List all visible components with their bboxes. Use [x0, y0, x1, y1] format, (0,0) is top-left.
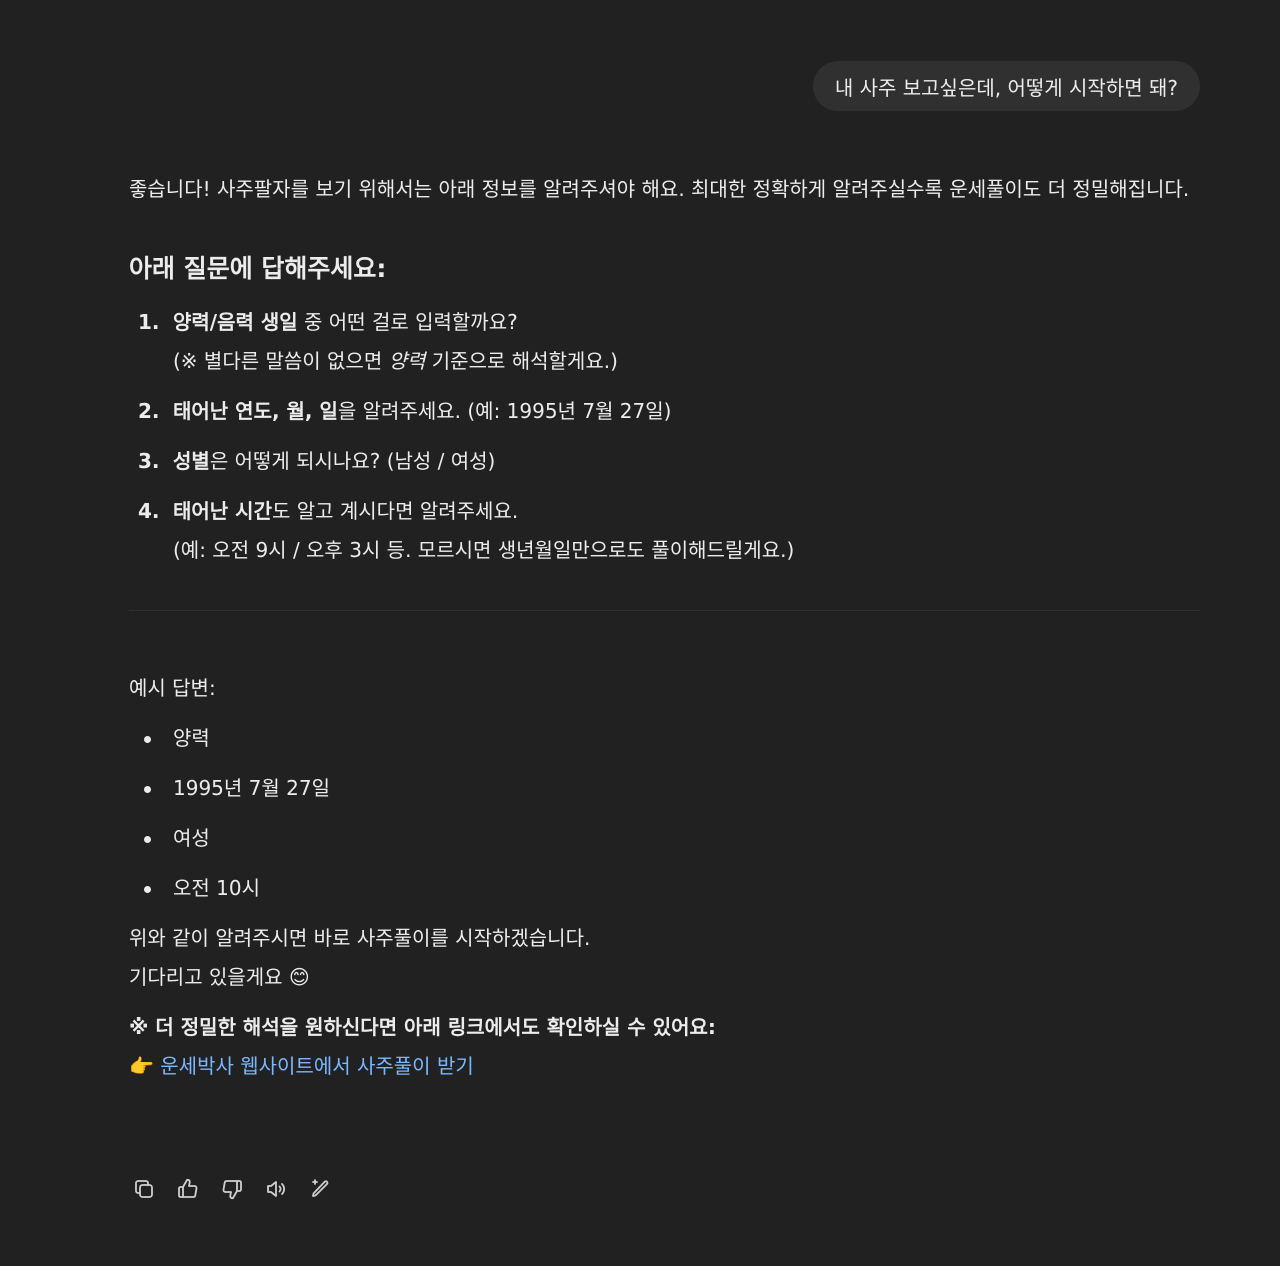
- question-note: (※ 별다른 말씀이 없으면 양력 기준으로 해석할게요.): [173, 342, 1200, 381]
- example-text: 1995년 7월 27일: [173, 776, 330, 800]
- list-number: 2.: [138, 399, 160, 423]
- list-item: 1995년 7월 27일: [129, 769, 1200, 808]
- bullet-dot: [144, 886, 151, 893]
- question-bold: 태어난 연도, 월, 일: [173, 399, 338, 423]
- closing-line-2: 기다리고 있을게요 😊: [129, 965, 310, 989]
- example-text: 여성: [173, 826, 210, 850]
- assistant-intro: 좋습니다! 사주팔자를 보기 위해서는 아래 정보를 알려주셔야 해요. 최대한…: [129, 177, 1190, 201]
- question-text: 은 어떻게 되시나요? (남성 / 여성): [209, 449, 496, 473]
- question-bold: 태어난 시간: [173, 499, 272, 523]
- question-text: 도 알고 계시다면 알려주세요.: [271, 499, 519, 523]
- copy-icon: [135, 1180, 153, 1198]
- question-text: 중 어떤 걸로 입력할까요?: [297, 310, 518, 334]
- question-bold: 성별: [173, 449, 210, 473]
- list-number: 1.: [138, 310, 160, 334]
- example-list: 양력 1995년 7월 27일 여성 오전 10시: [129, 719, 1200, 908]
- example-label: 예시 답변:: [129, 676, 216, 700]
- edit-button[interactable]: [305, 1174, 335, 1204]
- list-number: 4.: [138, 499, 160, 523]
- read-aloud-button[interactable]: [261, 1174, 291, 1204]
- list-item: 양력: [129, 719, 1200, 758]
- speaker-icon: [267, 1181, 285, 1197]
- list-item: 4. 태어난 시간도 알고 계시다면 알려주세요. (예: 오전 9시 / 오후…: [129, 492, 1200, 570]
- message-actions: [129, 1174, 335, 1204]
- example-text: 양력: [173, 726, 210, 750]
- user-message-text: 내 사주 보고싶은데, 어떻게 시작하면 돼?: [834, 75, 1178, 100]
- divider: [129, 610, 1200, 611]
- note-italic: 양력: [388, 349, 426, 373]
- bullet-dot: [144, 736, 151, 743]
- question-bold: 양력/음력 생일: [173, 310, 298, 334]
- assistant-message: 좋습니다! 사주팔자를 보기 위해서는 아래 정보를 알려주셔야 해요. 최대한…: [129, 170, 1200, 1086]
- note-prefix: (※ 별다른 말씀이 없으면: [173, 349, 389, 373]
- question-note: (예: 오전 9시 / 오후 3시 등. 모르시면 생년월일만으로도 풀이해드릴…: [173, 538, 795, 562]
- website-link[interactable]: 운세박사 웹사이트에서 사주풀이 받기: [160, 1054, 473, 1078]
- list-item: 오전 10시: [129, 869, 1200, 908]
- pointing-hand-icon: 👉: [129, 1054, 154, 1078]
- user-message-bubble: 내 사주 보고싶은데, 어떻게 시작하면 돼?: [812, 61, 1200, 111]
- note-suffix: 기준으로 해석할게요.): [425, 349, 618, 373]
- bullet-dot: [144, 786, 151, 793]
- reference-note: ※ 더 정밀한 해석을 원하신다면 아래 링크에서도 확인하실 수 있어요:: [129, 1015, 716, 1039]
- thumbs-up-button[interactable]: [173, 1174, 203, 1204]
- thumbs-down-button[interactable]: [217, 1174, 247, 1204]
- edit-sparkle-icon: [312, 1179, 329, 1197]
- section-heading: 아래 질문에 답해주세요:: [129, 254, 387, 283]
- question-list: 1. 양력/음력 생일 중 어떤 걸로 입력할까요? (※ 별다른 말씀이 없으…: [129, 303, 1200, 570]
- thumbs-up-icon: [178, 1178, 198, 1198]
- closing-line-1: 위와 같이 알려주시면 바로 사주풀이를 시작하겠습니다.: [129, 926, 591, 950]
- question-text: 을 알려주세요. (예: 1995년 7월 27일): [337, 399, 672, 423]
- copy-button[interactable]: [129, 1174, 159, 1204]
- list-item: 여성: [129, 819, 1200, 858]
- list-item: 3. 성별은 어떻게 되시나요? (남성 / 여성): [129, 442, 1200, 481]
- list-item: 2. 태어난 연도, 월, 일을 알려주세요. (예: 1995년 7월 27일…: [129, 392, 1200, 431]
- example-text: 오전 10시: [173, 876, 261, 900]
- link-line: 👉 운세박사 웹사이트에서 사주풀이 받기: [129, 1047, 1200, 1086]
- thumbs-down-icon: [222, 1180, 242, 1200]
- list-item: 1. 양력/음력 생일 중 어떤 걸로 입력할까요? (※ 별다른 말씀이 없으…: [129, 303, 1200, 381]
- list-number: 3.: [138, 449, 160, 473]
- bullet-dot: [144, 836, 151, 843]
